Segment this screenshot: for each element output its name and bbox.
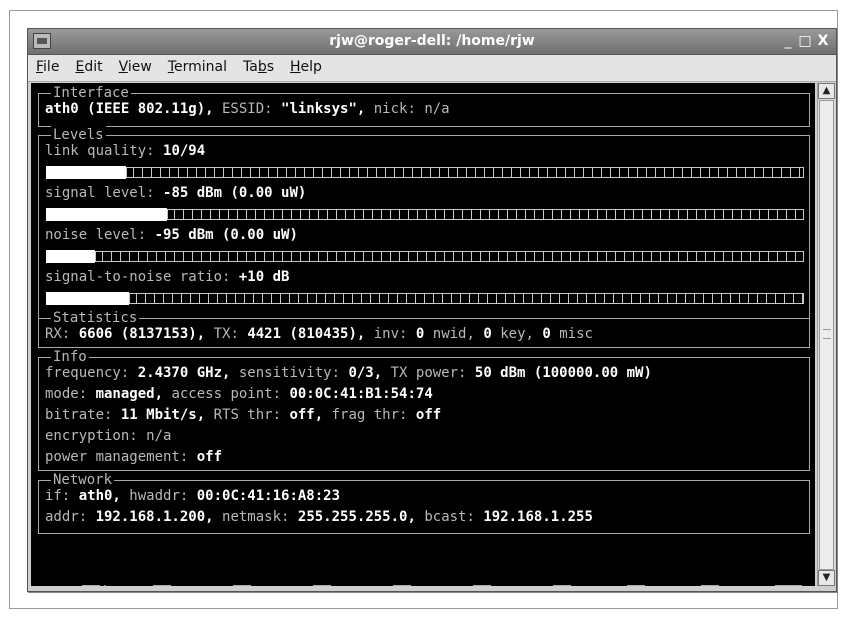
frequency-line: frequency: 2.4370 GHz, sensitivity: 0/3,… (45, 365, 652, 381)
snr-bar (46, 292, 804, 305)
signal-level-line: signal level: -85 dBm (0.00 uW) (45, 185, 307, 201)
title-bar[interactable]: rjw@roger-dell: /home/rjw _ □ X (28, 29, 836, 55)
signal-level-bar (46, 208, 804, 221)
menu-bar: File Edit View Terminal Tabs Help (28, 55, 836, 82)
fkey-f5[interactable]: F5 (392, 583, 473, 586)
fkey-f9-about[interactable]: F9about (700, 583, 775, 586)
bitrate-line: bitrate: 11 Mbit/s, RTS thr: off, frag t… (45, 407, 442, 423)
noise-level-bar (46, 250, 804, 263)
power-management-line: power management: off (45, 449, 223, 465)
fkey-f3-aplst[interactable]: F3aplst (232, 583, 313, 586)
fkey-f8-help[interactable]: F8help (626, 583, 701, 586)
menu-file[interactable]: File (28, 55, 67, 79)
scroll-down-arrow-icon[interactable]: ▼ (818, 570, 835, 586)
fkey-f7-prefs[interactable]: F7prefs (552, 583, 627, 586)
noise-level-bar-fill (46, 250, 96, 263)
function-key-bar: F1infoF2lhistF3aplstF4F5F6F7prefsF8helpF… (31, 563, 815, 586)
menu-edit[interactable]: Edit (67, 55, 110, 79)
terminal-window: rjw@roger-dell: /home/rjw _ □ X File Edit… (27, 28, 837, 592)
menu-help[interactable]: Help (282, 55, 330, 79)
minimize-button[interactable]: _ (780, 33, 796, 49)
signal-level-bar-fill (46, 208, 168, 221)
vertical-scrollbar[interactable]: ▲ ▼ (817, 83, 835, 586)
link-quality-bar-fill (46, 166, 127, 179)
snr-bar-fill (46, 292, 130, 305)
snr-line: signal-to-noise ratio: +10 dB (45, 269, 290, 285)
encryption-line: encryption: n/a (45, 428, 172, 444)
close-button[interactable]: X (815, 33, 831, 49)
scrollbar-grip-icon (823, 329, 831, 339)
interface-line: ath0 (IEEE 802.11g), ESSID: "linksys", n… (45, 101, 450, 117)
window-title: rjw@roger-dell: /home/rjw (329, 33, 535, 49)
fkey-f10-quit[interactable]: F10quit (774, 583, 815, 586)
noise-level-line: noise level: -95 dBm (0.00 uW) (45, 227, 298, 243)
link-quality-line: link quality: 10/94 (45, 143, 206, 159)
fkey-f6[interactable]: F6 (472, 583, 553, 586)
statistics-line: RX: 6606 (8137153), TX: 4421 (810435), i… (45, 326, 593, 342)
mode-line: mode: managed, access point: 00:0C:41:B1… (45, 386, 433, 402)
fkey-f2-lhist[interactable]: F2lhist (152, 583, 233, 586)
terminal-screen[interactable]: Interface ath0 (IEEE 802.11g), ESSID: "l… (31, 83, 815, 586)
maximize-button[interactable]: □ (797, 33, 813, 49)
addr-line: addr: 192.168.1.200, netmask: 255.255.25… (45, 509, 593, 525)
menu-tabs[interactable]: Tabs (235, 55, 282, 79)
if-line: if: ath0, hwaddr: 00:0C:41:16:A8:23 (45, 488, 341, 504)
scrollbar-thumb[interactable] (819, 100, 834, 570)
menu-terminal[interactable]: Terminal (160, 55, 235, 79)
menu-view[interactable]: View (111, 55, 160, 79)
fkey-f4[interactable]: F4 (312, 583, 393, 586)
link-quality-bar (46, 166, 804, 179)
scroll-up-arrow-icon[interactable]: ▲ (818, 83, 835, 99)
fkey-f1-info[interactable]: F1info (81, 583, 153, 586)
